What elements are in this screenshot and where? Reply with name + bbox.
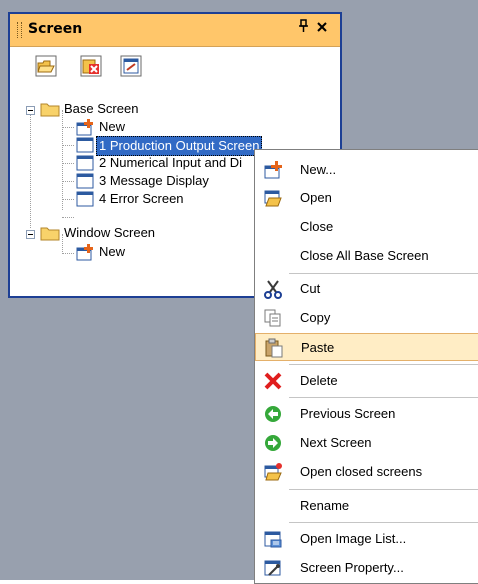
screen-icon [76, 155, 94, 171]
open-folder-button[interactable] [35, 55, 57, 77]
menu-item-new[interactable]: New... [255, 156, 478, 184]
delete-screen-icon [80, 55, 102, 77]
tree-node-window-screen[interactable]: Window Screen [62, 224, 157, 242]
paste-icon [265, 338, 283, 358]
folder-icon [40, 227, 60, 241]
menu-item-open[interactable]: Open [255, 184, 478, 212]
menu-item-delete[interactable]: Delete [255, 367, 478, 395]
menu-item-screen-property[interactable]: Screen Property... [255, 554, 478, 582]
previous-arrow-icon [265, 406, 281, 422]
tree-node-screen-3[interactable]: 3 Message Display [97, 172, 211, 190]
tree-node-screen-4[interactable]: 4 Error Screen [97, 190, 186, 208]
screen-icon [76, 173, 94, 189]
menu-separator [289, 489, 478, 490]
screen-property-icon [264, 560, 281, 576]
scissors-icon [264, 280, 282, 299]
menu-item-close-all-base-screen[interactable]: Close All Base Screen [255, 242, 478, 270]
tree-node-base-screen[interactable]: Base Screen [62, 100, 140, 118]
menu-item-open-closed-screens[interactable]: Open closed screens [255, 458, 478, 486]
panel-header: Screen [10, 14, 340, 47]
menu-item-paste[interactable]: Paste [255, 333, 478, 361]
tree-node-new-window[interactable]: New [97, 243, 127, 261]
screen-icon [76, 137, 94, 153]
panel-toolbar [10, 47, 340, 87]
close-icon[interactable] [316, 18, 328, 37]
panel-title: Screen [28, 21, 83, 37]
screen-icon [76, 191, 94, 207]
base-screen-collapse-icon[interactable] [26, 106, 35, 115]
menu-item-copy[interactable]: Copy [255, 304, 478, 332]
copy-icon [264, 309, 281, 327]
tree-node-screen-2[interactable]: 2 Numerical Input and Di [97, 154, 244, 172]
folder-icon [40, 103, 60, 117]
context-menu: New... Open Close Close All Base Screen … [254, 149, 478, 584]
menu-item-previous-screen[interactable]: Previous Screen [255, 400, 478, 428]
tree-node-new-base[interactable]: New [97, 118, 127, 136]
new-screen-icon [76, 119, 93, 136]
menu-separator [289, 522, 478, 523]
menu-separator [289, 397, 478, 398]
new-window-icon [76, 244, 93, 261]
menu-item-next-screen[interactable]: Next Screen [255, 429, 478, 457]
menu-separator [289, 273, 478, 274]
pin-icon[interactable] [298, 19, 310, 37]
tree-node-screen-1[interactable]: 1 Production Output Screen [96, 136, 263, 156]
delete-icon [264, 372, 282, 390]
menu-item-close[interactable]: Close [255, 213, 478, 241]
window-screen-collapse-icon[interactable] [26, 230, 35, 239]
new-screen-icon [264, 161, 282, 179]
menu-item-rename[interactable]: Rename [255, 492, 478, 520]
image-list-icon [264, 531, 282, 548]
delete-screen-button[interactable] [80, 55, 102, 77]
screen-property-icon [120, 55, 142, 77]
open-folder-icon [264, 190, 282, 207]
menu-separator [289, 364, 478, 365]
menu-item-cut[interactable]: Cut [255, 275, 478, 303]
drag-grip-icon[interactable] [17, 22, 22, 38]
menu-item-open-image-list[interactable]: Open Image List... [255, 525, 478, 553]
next-arrow-icon [265, 435, 281, 451]
screen-property-button[interactable] [120, 55, 142, 77]
open-closed-screens-icon [264, 463, 282, 481]
open-folder-icon [35, 55, 57, 77]
